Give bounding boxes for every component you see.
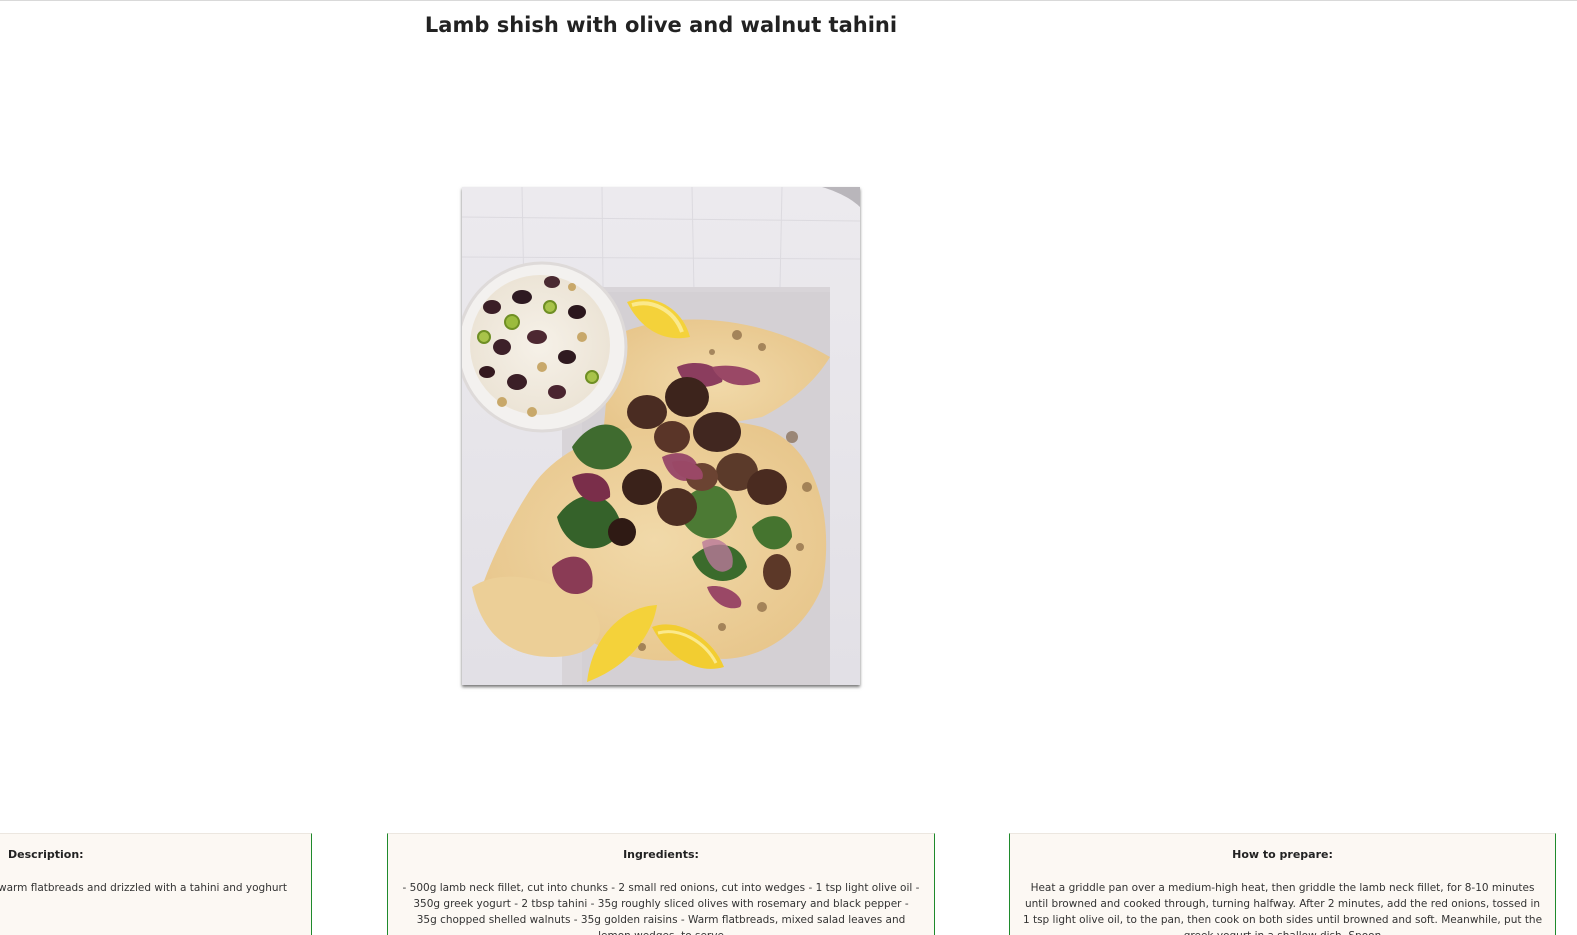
recipe-title: Lamb shish with olive and walnut tahini bbox=[424, 13, 898, 37]
preparation-card: How to prepare: Heat a griddle pan over … bbox=[1009, 833, 1556, 935]
description-card: Description: warm flatbreads and drizzle… bbox=[0, 833, 312, 935]
ingredients-heading: Ingredients: bbox=[623, 848, 699, 861]
preparation-heading: How to prepare: bbox=[1232, 848, 1333, 861]
ingredients-card: Ingredients: - 500g lamb neck fillet, cu… bbox=[387, 833, 935, 935]
preparation-text: Heat a griddle pan over a medium-high he… bbox=[1022, 882, 1543, 935]
ingredients-text: - 500g lamb neck fillet, cut into chunks… bbox=[402, 882, 920, 935]
description-text: warm flatbreads and drizzled with a tahi… bbox=[0, 882, 287, 894]
recipe-photo bbox=[462, 187, 860, 685]
top-divider bbox=[0, 0, 1577, 1]
description-heading: Description: bbox=[8, 848, 84, 861]
